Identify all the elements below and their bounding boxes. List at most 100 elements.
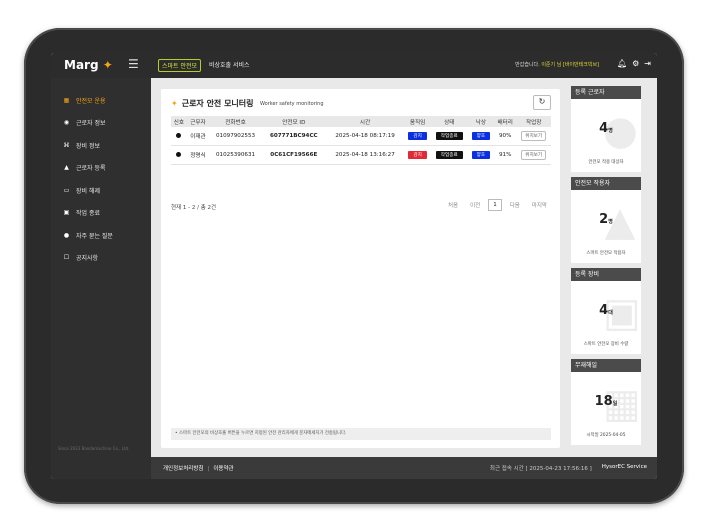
pager-current[interactable]: 1 [488,199,502,211]
logo-mark-icon: ✦ [171,99,178,108]
movement-cell: 감지 [404,145,431,165]
sidebar: ▦ 안전모 운용 ◉ 근로자 정보 ⌘ 장비 정보 ▲ 근로자 등록 ▭ 장비 해제 ▣ 작… [51,78,151,479]
sidebar-item-label: 공지사항 [76,255,99,262]
pagination: 처음 이전 1 다음 마지막 [444,199,551,211]
time-cell: 2025-04-18 13:16:27 [325,145,405,165]
card-title: 등록 근로자 [571,86,641,99]
footer-links: 개인정보처리방침 | 이용약관 [163,464,234,472]
table-row[interactable]: 정명식 01025390631 0C61CF19566E 2025-04-18 … [171,145,551,165]
privacy-policy-link[interactable]: 개인정보처리방침 [163,466,203,472]
sidebar-item-label: 작업 종료 [76,210,100,217]
monitoring-panel: ✦ 근로자 안전 모니터링 Worker safety monitoring ↻ … [161,89,560,448]
column-header: 낙상 [467,116,495,127]
column-header: 배터리 [494,116,517,127]
battery-cell: 91% [494,145,517,165]
card-helmet-wearers: 안전모 작용자 ▲ 2명 스마트 안전모 작용자 [571,177,641,263]
refresh-button[interactable]: ↻ [533,95,551,110]
column-header: 시간 [325,116,405,127]
card-accident-free-days: 무재해일 ▦ 18일 시작일 2025-04-05 [571,359,641,445]
card-registered-workers: 등록 근로자 ● 4명 안전모 작용 대상자 [571,86,641,172]
column-header: 전화번호 [209,116,262,127]
chat-icon: ● [63,232,70,239]
gear-icon[interactable]: ⚙ [632,59,639,68]
card-unit: 일 [612,401,618,407]
column-header: 작업장 [516,116,551,127]
bell-icon[interactable]: 🔔︎ [617,59,627,68]
helmet-id[interactable]: 607771BC94CC [261,127,326,146]
page-subtitle: Worker safety monitoring [260,101,324,107]
status-badge: 작업종료 [435,151,463,159]
page-title: ✦ 근로자 안전 모니터링 [171,98,254,109]
time-cell: 2025-04-18 08:17:19 [325,127,405,146]
worker-table: 신호 근무자 전화번호 안전모 ID 시간 움직임 상태 낙상 배터리 작업장 [171,116,551,165]
copyright: Since 2023 Bandamachine Co., Ltd. [58,446,130,451]
column-header: 상태 [430,116,468,127]
column-header: 신호 [171,116,187,127]
status-cell: 작업종료 [430,145,468,165]
pager-next[interactable]: 다음 [506,199,524,211]
location-cell: 위치보기 [516,145,551,165]
column-header: 안전모 ID [261,116,326,127]
column-header: 근무자 [186,116,210,127]
signal-dot-icon [176,151,182,157]
helmet-id[interactable]: 0C61CF19566E [261,145,326,165]
fall-badge: 양호 [471,132,491,140]
card-label: 스마트 안전모 장비 수량 [583,342,629,347]
card-label: 스마트 안전모 작용자 [586,251,626,256]
logo-text: Marg [64,58,99,72]
sidebar-item-notice[interactable]: ☐ 공지사항 [63,253,98,262]
note-icon: ☐ [63,254,70,261]
sidebar-item-device-release[interactable]: ▭ 장비 해제 [63,186,100,195]
view-location-button[interactable]: 위치보기 [521,131,547,141]
logout-icon[interactable]: ⇥ [644,59,651,68]
sidebar-item-worker-register[interactable]: ▲ 근로자 등록 [63,163,105,172]
emergency-service-link[interactable]: 비상호출 서비스 [209,60,250,69]
sidebar-item-label: 장비 해제 [76,188,100,195]
sidebar-item-device-info[interactable]: ⌘ 장비 정보 [63,141,101,150]
card-unit: 명 [608,128,613,134]
card-title: 안전모 작용자 [571,177,641,190]
user-icon: ◉ [63,119,70,126]
card-value: 18일 [594,394,618,409]
movement-badge: 감지 [408,132,427,140]
divider: | [207,466,210,472]
notice-bar: • 스마트 안전모의 비상호출 버튼을 누르면 지정된 안전 관리자에게 문자메… [171,428,551,440]
footer: 개인정보처리방침 | 이용약관 최근 접속 시간 [ 2025-04-23 17:5… [151,457,657,479]
card-label: 시작일 2025-04-05 [586,433,626,438]
signal-cell [171,127,187,146]
pager-prev[interactable]: 이전 [466,199,484,211]
sidebar-item-work-end[interactable]: ▣ 작업 종료 [63,208,100,217]
location-cell: 위치보기 [516,127,551,146]
fall-cell: 양호 [467,127,495,146]
calendar-icon: ▣ [63,209,70,216]
last-access-time: 최근 접속 시간 [ 2025-04-23 17:56:16 ] [489,466,592,472]
worker-name: 정명식 [186,145,210,165]
fall-badge: 양호 [471,151,491,159]
app-logo[interactable]: Marg ✦ [64,58,113,72]
pager-first[interactable]: 처음 [444,199,462,211]
card-value: 2명 [599,212,613,227]
sidebar-item-label: 근로자 정보 [76,120,106,127]
card-icon: ▭ [63,187,70,194]
pager-last[interactable]: 마지막 [528,199,551,211]
card-value: 4명 [599,121,613,136]
refresh-icon: ↻ [538,97,546,106]
hamburger-menu-icon[interactable]: ☰ [128,57,139,71]
mode-badge[interactable]: 스마트 안전모 [158,59,202,72]
card-value: 4대 [599,303,613,318]
view-location-button[interactable]: 위치보기 [521,150,547,160]
column-header: 움직임 [404,116,431,127]
logo-mark-icon: ✦ [102,58,113,72]
sidebar-item-faq[interactable]: ● 자주 묻는 질문 [63,231,113,240]
signal-cell [171,145,187,165]
sidebar-item-label: 안전모 운용 [76,98,106,105]
movement-cell: 감지 [404,127,431,146]
sidebar-item-label: 장비 정보 [76,143,100,150]
terms-link[interactable]: 이용약관 [213,466,233,472]
sidebar-item-worker-info[interactable]: ◉ 근로자 정보 [63,118,106,127]
table-row[interactable]: 이재관 01097902553 607771BC94CC 2025-04-18 … [171,127,551,146]
card-title: 무재해일 [571,359,641,372]
movement-badge: 감지 [408,151,427,159]
sidebar-item-helmet-ops[interactable]: ▦ 안전모 운용 [63,96,106,105]
status-badge: 작업종료 [435,132,463,140]
